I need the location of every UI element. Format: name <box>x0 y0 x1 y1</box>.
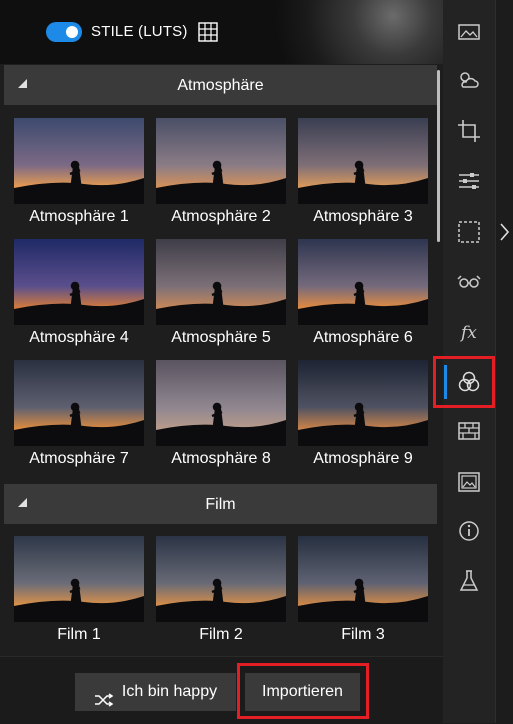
panel-title: STILE (LUTS) <box>91 23 188 40</box>
happy-button-label: Ich bin happy <box>121 683 218 700</box>
style-thumbnail-label: Atmosphäre 6 <box>313 329 413 346</box>
style-thumbnail[interactable] <box>156 360 286 446</box>
style-thumbnail-label: Atmosphäre 2 <box>171 208 271 225</box>
style-thumbnail[interactable] <box>14 536 144 622</box>
image-icon[interactable] <box>456 469 482 495</box>
style-thumbnail-label: Atmosphäre 1 <box>29 208 129 225</box>
style-thumbnail-label: Film 3 <box>341 626 385 643</box>
styles-toggle[interactable] <box>46 22 82 42</box>
fx-icon[interactable]: fx <box>456 318 482 344</box>
style-thumbnail[interactable] <box>14 360 144 446</box>
happy-button[interactable]: Ich bin happy <box>75 673 236 711</box>
style-thumbnail[interactable] <box>298 536 428 622</box>
flask-icon[interactable] <box>456 568 482 594</box>
section-title: Atmosphäre <box>177 77 264 94</box>
section-header-film[interactable]: Film <box>4 484 437 524</box>
style-thumbnail-label: Atmosphäre 8 <box>171 450 271 467</box>
style-thumbnail[interactable] <box>156 239 286 325</box>
section-header-atmosphaere[interactable]: Atmosphäre <box>4 65 437 105</box>
style-thumbnail[interactable] <box>156 536 286 622</box>
scrollbar[interactable] <box>437 70 440 242</box>
weather-icon[interactable] <box>456 67 482 93</box>
crop-icon[interactable] <box>456 118 482 144</box>
svg-text:fx: fx <box>459 323 477 343</box>
collapsed-side-panel <box>496 0 513 723</box>
style-thumbnail-label: Atmosphäre 7 <box>29 450 129 467</box>
style-thumbnail-label: Film 2 <box>199 626 243 643</box>
style-thumbnail[interactable] <box>298 360 428 446</box>
styles-panel: STILE (LUTS) Atmosphäre Film Atmosphäre … <box>0 0 443 724</box>
shuffle-icon <box>94 684 114 707</box>
landscape-icon[interactable] <box>456 19 482 45</box>
style-thumbnail[interactable] <box>298 239 428 325</box>
chevron-right-icon[interactable] <box>498 222 510 242</box>
texture-icon[interactable] <box>456 418 482 444</box>
panel-header: STILE (LUTS) <box>0 0 443 64</box>
grid-icon[interactable] <box>198 22 218 42</box>
style-thumbnail[interactable] <box>14 239 144 325</box>
style-thumbnail-label: Atmosphäre 4 <box>29 329 129 346</box>
header-banner-image <box>243 0 443 64</box>
style-thumbnail-label: Film 1 <box>57 626 101 643</box>
style-thumbnail[interactable] <box>156 118 286 204</box>
info-icon[interactable] <box>456 518 482 544</box>
sliders-icon[interactable] <box>456 168 482 194</box>
style-thumbnail-label: Atmosphäre 5 <box>171 329 271 346</box>
style-thumbnail-label: Atmosphäre 9 <box>313 450 413 467</box>
section-title: Film <box>205 496 236 513</box>
glasses-icon[interactable] <box>456 268 482 294</box>
style-thumbnail-label: Atmosphäre 3 <box>313 208 413 225</box>
style-thumbnail[interactable] <box>298 118 428 204</box>
selection-icon[interactable] <box>456 219 482 245</box>
bottom-bar: Ich bin happy Importieren <box>0 656 443 724</box>
import-highlight-box <box>237 663 369 719</box>
style-thumbnail[interactable] <box>14 118 144 204</box>
styles-highlight-box <box>433 356 495 408</box>
